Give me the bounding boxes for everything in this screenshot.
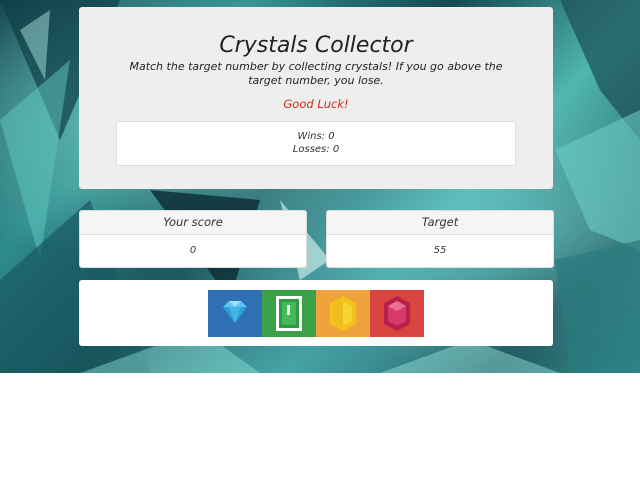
red-ruby-icon <box>384 296 410 331</box>
yellow-topaz-icon <box>330 296 356 331</box>
score-card: Your score 0 <box>79 210 307 268</box>
score-value: 0 <box>189 245 197 256</box>
yellow-crystal-button[interactable] <box>316 290 370 337</box>
crystal-panel <box>79 280 553 346</box>
wins-text: Wins: 0 <box>297 131 335 142</box>
red-crystal-button[interactable] <box>370 290 424 337</box>
blue-diamond-icon <box>223 301 247 323</box>
target-card: Target 55 <box>326 210 554 268</box>
header-panel: Crystals Collector Match the target numb… <box>79 7 553 189</box>
losses-text: Losses: 0 <box>292 144 340 155</box>
score-label: Your score <box>80 211 306 235</box>
instructions-text: Match the target number by collecting cr… <box>129 60 503 87</box>
target-value: 55 <box>433 245 447 256</box>
green-crystal-button[interactable] <box>262 290 316 337</box>
blue-crystal-button[interactable] <box>208 290 262 337</box>
good-luck-text: Good Luck! <box>283 97 349 111</box>
target-label: Target <box>327 211 553 235</box>
stats-box: Wins: 0 Losses: 0 <box>116 121 516 166</box>
green-emerald-icon <box>276 296 302 331</box>
page-title: Crystals Collector <box>219 33 413 58</box>
